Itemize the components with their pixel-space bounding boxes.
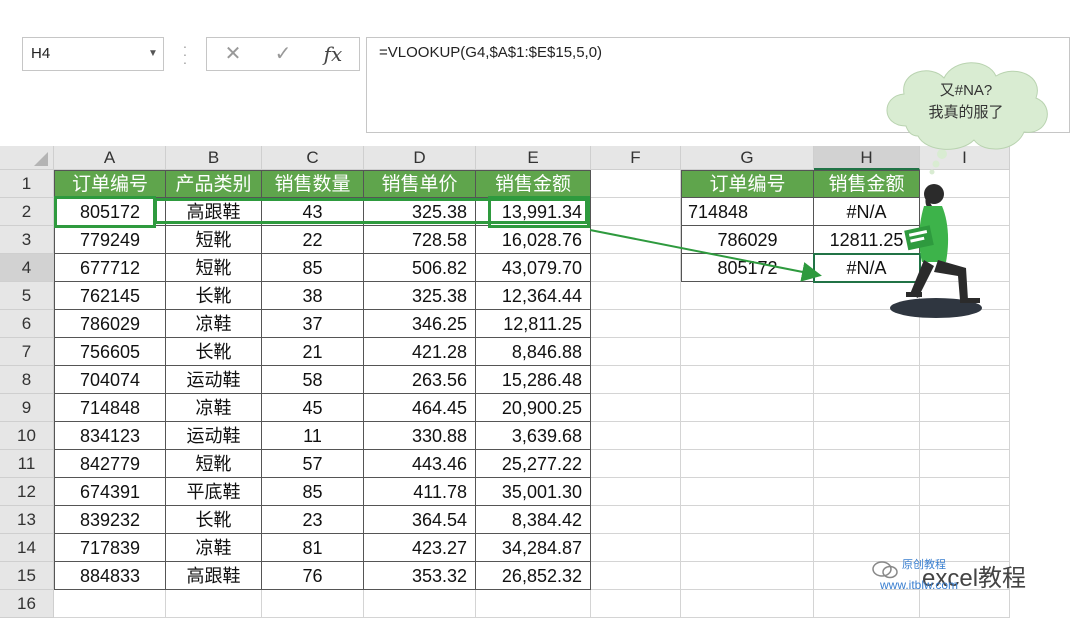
bubble-line-2: 我真的服了 [928, 104, 1004, 121]
bubble-text: 又#NA? 我真的服了 [876, 80, 1056, 140]
bubble-line-1: 又#NA? [939, 82, 993, 99]
watermark-url: www.itblw.com [880, 578, 959, 592]
kneeling-person-illustration [890, 184, 982, 318]
watermark: 原创教程 excel教程 www.itblw.com [872, 556, 1052, 600]
chat-logo-icon [872, 561, 898, 579]
